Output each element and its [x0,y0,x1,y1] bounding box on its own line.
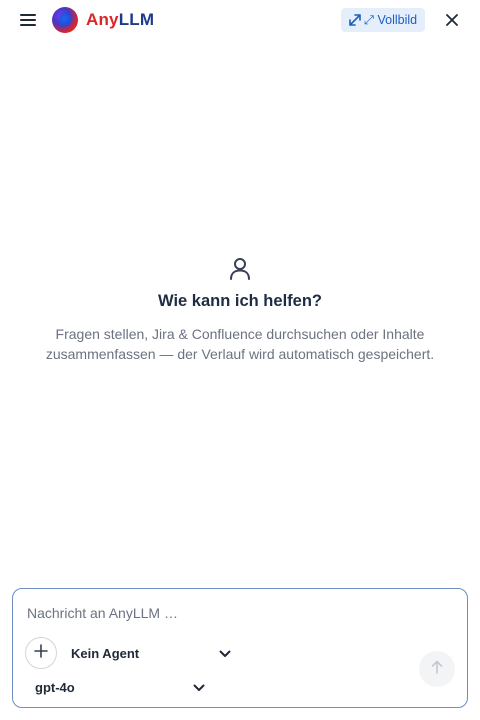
fullscreen-button[interactable]: ⤢ Vollbild [341,8,426,32]
send-button[interactable] [419,651,455,687]
expand-arrows-icon [349,14,361,26]
agent-select-value: Kein Agent [71,645,140,661]
model-select-value: gpt-4o [35,679,75,695]
chevron-down-icon [219,646,231,661]
chevron-down-icon [193,680,205,695]
anyllm-logo [52,7,78,33]
user-icon [227,255,253,281]
app-title: AnyLLM [86,10,154,30]
add-button[interactable] [25,637,57,669]
close-icon[interactable] [442,10,462,30]
chat-panel: AnyLLM ⤢ Vollbild Wie kann ich helfen? F… [0,0,480,720]
agent-select[interactable]: Kein Agent [71,643,231,663]
app-title-any: Any [86,10,119,29]
hamburger-menu-icon[interactable] [17,9,39,31]
empty-state-title: Wie kann ich helfen? [158,292,322,310]
message-composer: Kein Agent gpt-4o [12,588,468,708]
app-title-llm: LLM [118,10,155,29]
model-select[interactable]: gpt-4o [35,677,205,697]
message-input[interactable] [27,603,447,623]
plus-icon [34,643,48,663]
empty-state-description: Fragen stellen, Jira & Confluence durchs… [45,326,435,362]
arrow-up-icon [431,660,443,679]
empty-state: Wie kann ich helfen? Fragen stellen, Jir… [0,255,480,364]
fullscreen-label: ⤢ Vollbild [364,12,418,27]
header: AnyLLM ⤢ Vollbild [0,0,480,40]
